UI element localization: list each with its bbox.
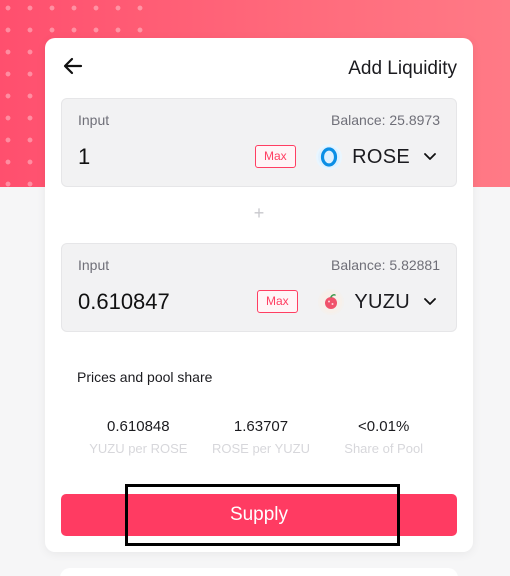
back-button[interactable]: [61, 54, 85, 78]
balance-text: Balance: 5.82881: [331, 257, 440, 273]
input-label: Input: [78, 257, 110, 273]
secondary-card: [60, 568, 458, 576]
max-button-yuzu[interactable]: Max: [257, 290, 298, 313]
stat-value: 1.63707: [233, 418, 289, 435]
token-selector-yuzu[interactable]: YUZU: [318, 288, 436, 316]
balance-text: Balance: 25.8973: [331, 112, 440, 128]
input-panel-yuzu: Input Balance: 5.82881 Max YUZU: [61, 243, 457, 332]
add-liquidity-card: Add Liquidity Input Balance: 25.8973 Max…: [45, 38, 473, 552]
plus-icon: +: [253, 203, 265, 223]
card-header: Add Liquidity: [45, 38, 473, 98]
input-panel-rose: Input Balance: 25.8973 Max ROSE: [61, 98, 457, 187]
stat-rose-per-yuzu: 1.63707 ROSE per YUZU: [200, 418, 323, 456]
token-name: ROSE: [352, 145, 410, 168]
token-name: YUZU: [354, 290, 410, 313]
amount-input-rose[interactable]: [78, 144, 248, 170]
price-stats: 0.610848 YUZU per ROSE 1.63707 ROSE per …: [77, 418, 445, 456]
amount-input-yuzu[interactable]: [78, 289, 248, 315]
stat-value: 0.610848: [107, 418, 170, 435]
stat-label: Share of Pool: [344, 441, 424, 456]
chevron-down-icon: [424, 153, 436, 160]
supply-button[interactable]: Supply: [61, 494, 457, 536]
page-title: Add Liquidity: [348, 58, 457, 79]
input-label: Input: [78, 112, 110, 128]
yuzu-token-icon: [318, 289, 345, 315]
stat-value: <0.01%: [358, 418, 410, 435]
stat-yuzu-per-rose: 0.610848 YUZU per ROSE: [77, 418, 200, 456]
prices-section-title: Prices and pool share: [77, 369, 213, 385]
token-selector-rose[interactable]: ROSE: [316, 143, 436, 171]
stat-label: YUZU per ROSE: [89, 441, 188, 456]
stat-share-of-pool: <0.01% Share of Pool: [322, 418, 445, 456]
stat-label: ROSE per YUZU: [212, 441, 311, 456]
max-button-rose[interactable]: Max: [255, 145, 296, 168]
arrow-left-icon: [63, 57, 83, 75]
rose-token-icon: [316, 144, 343, 170]
chevron-down-icon: [424, 298, 436, 305]
